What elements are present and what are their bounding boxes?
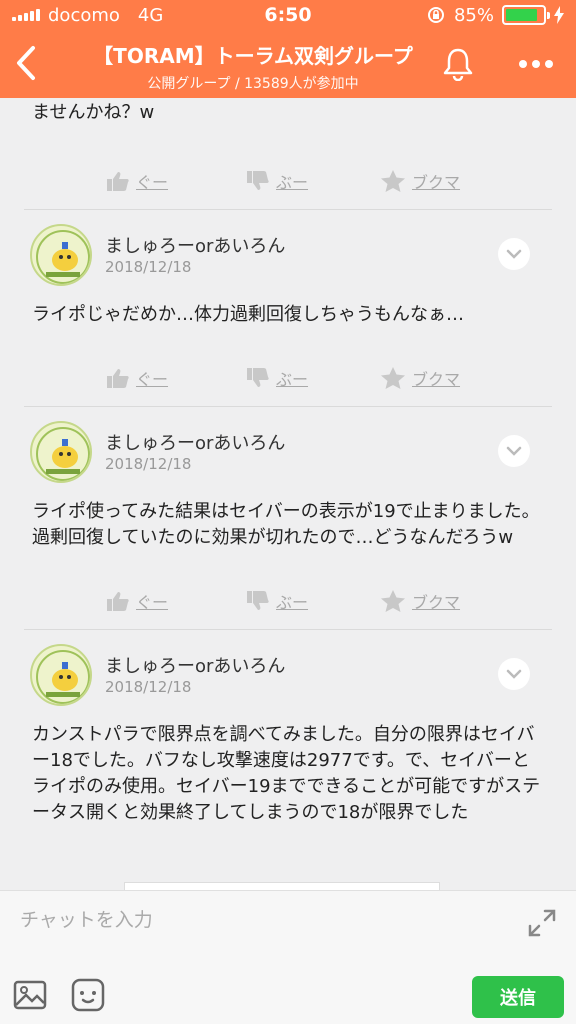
chat-timeline[interactable]: ませんかね？w ぐー ぶー ブクマ ましゅろーorあいろん 2018/12/18… bbox=[0, 98, 576, 890]
post-date: 2018/12/18 bbox=[105, 258, 192, 276]
sticker-icon bbox=[71, 978, 105, 1012]
post-date: 2018/12/18 bbox=[105, 678, 192, 696]
bookmark-button[interactable]: ブクマ bbox=[380, 589, 460, 613]
message: ましゅろーorあいろん 2018/12/18 ライポ使ってみた結果はセイバーの表… bbox=[0, 407, 576, 630]
post-date: 2018/12/18 bbox=[105, 455, 192, 473]
chevron-down-icon bbox=[506, 446, 522, 456]
dislike-button[interactable]: ぶー bbox=[246, 366, 380, 390]
message: ましゅろーorあいろん 2018/12/18 カンストパラで限界点を調べてみまし… bbox=[0, 630, 576, 826]
thumbs-down-icon bbox=[247, 591, 269, 610]
sticker-button[interactable] bbox=[70, 977, 106, 1013]
dislike-button[interactable]: ぶー bbox=[246, 169, 380, 193]
bookmark-button[interactable]: ブクマ bbox=[380, 169, 460, 193]
message-text: ライポじゃだめか…体力過剰回復しちゃうもんなぁ… bbox=[32, 304, 464, 325]
dislike-button[interactable]: ぶー bbox=[246, 589, 380, 613]
group-subtitle: 公開グループ / 13589人が参加中 bbox=[147, 76, 359, 92]
notification-button[interactable] bbox=[436, 42, 480, 86]
star-icon bbox=[381, 170, 405, 192]
message: ましゅろーorあいろん 2018/12/18 ライポじゃだめか…体力過剰回復しち… bbox=[0, 210, 576, 407]
message-menu-button[interactable] bbox=[498, 658, 530, 690]
message-text: カンストパラで限界点を調べてみました。自分の限界はセイバー18でした。バフなし攻… bbox=[32, 724, 541, 823]
star-icon bbox=[381, 590, 405, 612]
partial-card bbox=[124, 882, 440, 890]
back-button[interactable] bbox=[6, 38, 46, 88]
app-header: 【TORAM】トーラム双剣グループ 公開グループ / 13589人が参加中 bbox=[0, 30, 576, 98]
message-actions: ぐー ぶー ブクマ bbox=[0, 153, 576, 209]
expand-icon bbox=[528, 909, 556, 937]
message-menu-button[interactable] bbox=[498, 238, 530, 270]
chevron-down-icon bbox=[506, 669, 522, 679]
author-name[interactable]: ましゅろーorあいろん bbox=[105, 232, 285, 258]
message-actions: ぐー ぶー ブクマ bbox=[0, 573, 576, 629]
signal-icon bbox=[12, 9, 40, 21]
group-title: 【TORAM】トーラム双剣グループ bbox=[93, 44, 413, 68]
battery-percent: 85% bbox=[453, 4, 494, 26]
bookmark-button[interactable]: ブクマ bbox=[380, 366, 460, 390]
message-menu-button[interactable] bbox=[498, 435, 530, 467]
like-button[interactable]: ぐー bbox=[106, 589, 246, 613]
star-icon bbox=[381, 367, 405, 389]
chevron-down-icon bbox=[506, 249, 522, 259]
message-text: ライポ使ってみた結果はセイバーの表示が19で止まりました。過剰回復していたのに効… bbox=[32, 501, 540, 548]
chat-input[interactable]: チャットを入力 bbox=[20, 905, 153, 932]
avatar[interactable] bbox=[30, 224, 92, 286]
send-button[interactable]: 送信 bbox=[472, 976, 564, 1018]
carrier-name: docomo bbox=[48, 4, 120, 26]
more-dots-icon bbox=[519, 60, 553, 68]
bell-icon bbox=[443, 48, 473, 81]
battery-icon bbox=[502, 5, 550, 25]
charging-icon bbox=[554, 6, 564, 24]
image-button[interactable] bbox=[12, 977, 48, 1013]
thumbs-down-icon bbox=[247, 171, 269, 190]
thumbs-up-icon bbox=[107, 172, 129, 191]
status-bar: docomo 4G 6:50 85% bbox=[0, 0, 576, 30]
avatar[interactable] bbox=[30, 644, 92, 706]
expand-input-button[interactable] bbox=[526, 907, 558, 939]
thumbs-down-icon bbox=[247, 368, 269, 387]
message-actions: ぐー ぶー ブクマ bbox=[0, 350, 576, 406]
image-icon bbox=[13, 980, 47, 1010]
more-options-button[interactable] bbox=[512, 42, 560, 86]
chevron-left-icon bbox=[17, 46, 35, 80]
thumbs-up-icon bbox=[107, 369, 129, 388]
rotation-lock-icon bbox=[427, 7, 444, 23]
author-name[interactable]: ましゅろーorあいろん bbox=[105, 429, 285, 455]
network-type: 4G bbox=[137, 4, 164, 26]
thumbs-up-icon bbox=[107, 592, 129, 611]
author-name[interactable]: ましゅろーorあいろん bbox=[105, 652, 285, 678]
like-button[interactable]: ぐー bbox=[106, 366, 246, 390]
message-text: ませんかね？w bbox=[32, 102, 155, 123]
avatar[interactable] bbox=[30, 421, 92, 483]
like-button[interactable]: ぐー bbox=[106, 169, 246, 193]
